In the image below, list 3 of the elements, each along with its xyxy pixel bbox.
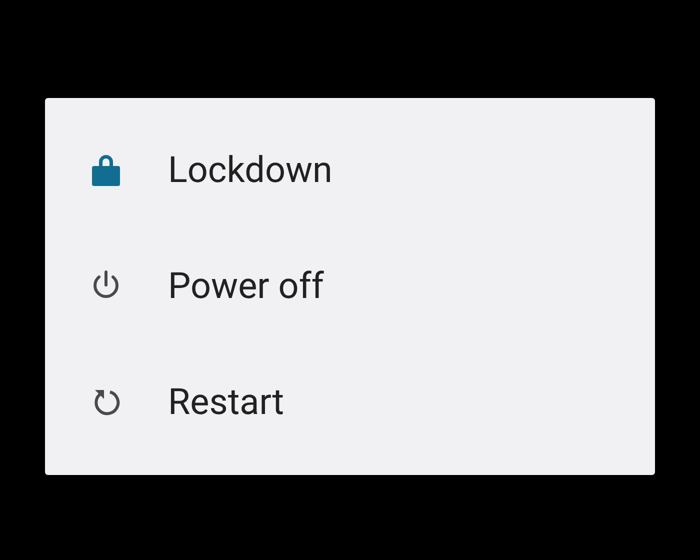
menu-item[interactable]: Lockdown — [45, 112, 655, 228]
menu-item[interactable]: Restart — [45, 344, 655, 460]
menu-item[interactable]: Power off — [45, 228, 655, 344]
